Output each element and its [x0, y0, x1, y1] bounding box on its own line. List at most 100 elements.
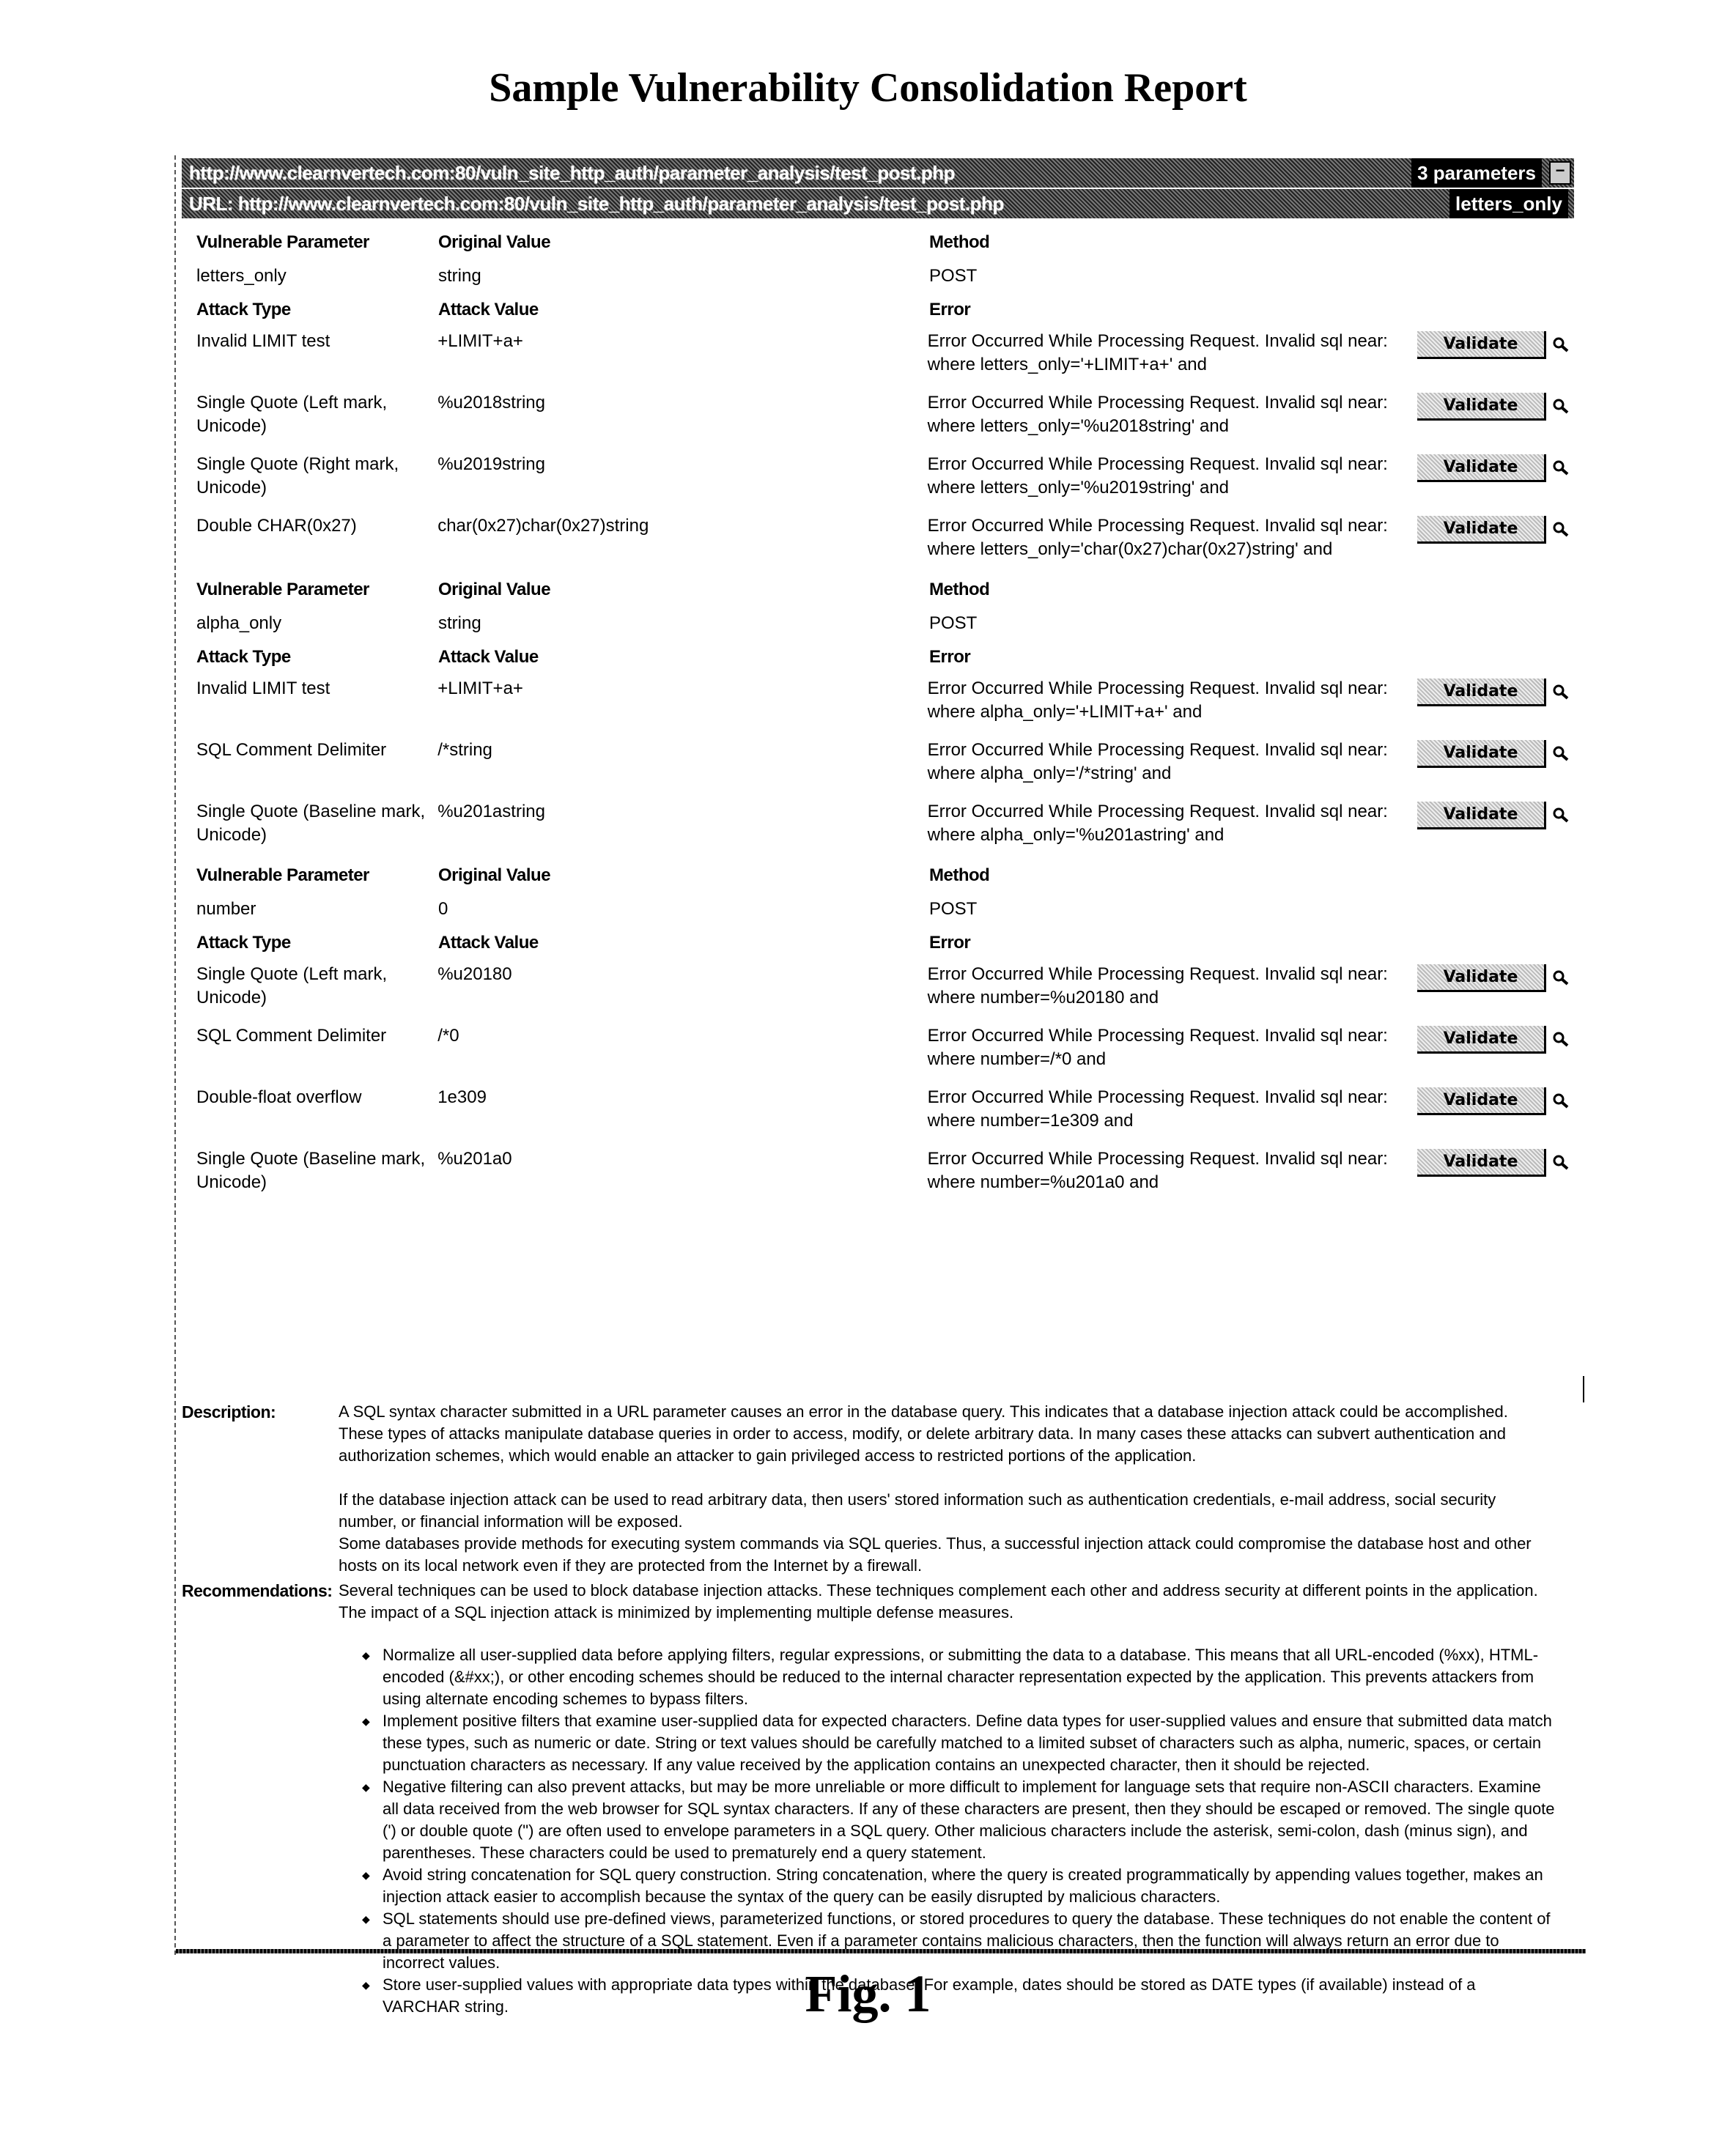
magnifier-icon[interactable]	[1552, 398, 1570, 415]
magnifier-icon[interactable]	[1552, 459, 1570, 477]
original-value-header: Original Value	[438, 865, 551, 885]
validate-button[interactable]: Validate	[1416, 1026, 1546, 1054]
attack-row: Single Quote (Baseline mark, Unicode) %u2…	[192, 1145, 1570, 1206]
vulnerable-parameter-header: Vulnerable Parameter	[196, 232, 369, 252]
page-title: Sample Vulnerability Consolidation Repor…	[489, 65, 1247, 111]
error-message: Error Occurred While Processing Request.…	[927, 1087, 1388, 1131]
parameter-name: number	[196, 899, 256, 919]
original-value: string	[438, 613, 481, 633]
recommendation-item: Negative filtering can also prevent atta…	[362, 1776, 1555, 1864]
attack-type: Single Quote (Right mark, Unicode)	[196, 454, 399, 498]
attack-row: SQL Comment Delimiter /*0 Error Occurred W…	[192, 1021, 1570, 1083]
attack-type: Invalid LIMIT test	[196, 678, 330, 698]
attack-value-header: Attack Value	[438, 647, 539, 667]
magnifier-icon[interactable]	[1552, 807, 1570, 824]
validate-controls: Validate	[1416, 1149, 1570, 1177]
error-message: Error Occurred While Processing Request.…	[927, 393, 1388, 436]
original-value-header: Original Value	[438, 232, 551, 252]
validate-button[interactable]: Validate	[1416, 740, 1546, 768]
description-text: A SQL syntax character submitted in a UR…	[339, 1401, 1555, 1577]
validate-button[interactable]: Validate	[1416, 1149, 1546, 1177]
parameter-header-row: Vulnerable Parameter Original Value Method	[192, 859, 1570, 892]
collapse-icon[interactable]: −	[1549, 161, 1571, 185]
method-value: POST	[929, 613, 978, 633]
error-message: Error Occurred While Processing Request.…	[927, 331, 1388, 374]
validate-controls: Validate	[1416, 454, 1570, 482]
method-value: POST	[929, 899, 978, 919]
validate-button[interactable]: Validate	[1416, 678, 1546, 706]
parameter-header-row: Vulnerable Parameter Original Value Method	[192, 573, 1570, 607]
original-value-header: Original Value	[438, 580, 551, 599]
magnifier-icon[interactable]	[1552, 336, 1570, 354]
method-value: POST	[929, 266, 978, 286]
attack-row: Single Quote (Right mark, Unicode) %u2019…	[192, 450, 1570, 511]
path-header-bar[interactable]: http://www.clearnvertech.com:80/vuln_sit…	[182, 158, 1574, 188]
attack-value-header: Attack Value	[438, 933, 539, 953]
validate-button[interactable]: Validate	[1416, 964, 1546, 992]
validate-controls: Validate	[1416, 331, 1570, 359]
attack-row: Invalid LIMIT test +LIMIT+a+ Error Occurre…	[192, 327, 1570, 388]
validate-button[interactable]: Validate	[1416, 454, 1546, 482]
parameter-row: letters_only string POST	[192, 259, 1570, 293]
attack-type: Single Quote (Left mark, Unicode)	[196, 964, 388, 1007]
validate-button[interactable]: Validate	[1416, 1087, 1546, 1115]
magnifier-icon[interactable]	[1552, 745, 1570, 763]
magnifier-icon[interactable]	[1552, 1154, 1570, 1172]
attack-value-header: Attack Value	[438, 300, 539, 319]
original-value: 0	[438, 899, 448, 919]
url-header-bar[interactable]: URL: http://www.clearnvertech.com:80/vul…	[182, 189, 1574, 218]
magnifier-icon[interactable]	[1552, 1031, 1570, 1049]
parameter-row: alpha_only string POST	[192, 607, 1570, 640]
method-header: Method	[929, 865, 990, 885]
validate-controls: Validate	[1416, 740, 1570, 768]
method-header: Method	[929, 232, 990, 252]
validate-controls: Validate	[1416, 802, 1570, 829]
attack-row: Double-float overflow 1e309 Error Occurred…	[192, 1083, 1570, 1145]
original-value: string	[438, 266, 481, 286]
error-message: Error Occurred While Processing Request.…	[927, 964, 1388, 1007]
validate-controls: Validate	[1416, 1087, 1570, 1115]
recommendation-item: Normalize all user-supplied data before …	[362, 1644, 1555, 1710]
magnifier-icon[interactable]	[1552, 684, 1570, 701]
validate-button[interactable]: Validate	[1416, 802, 1546, 829]
bottom-divider	[176, 1949, 1586, 1953]
attack-value: %u201a0	[437, 1149, 512, 1169]
magnifier-icon[interactable]	[1552, 521, 1570, 539]
vulnerability-report-panel: http://www.clearnvertech.com:80/vuln_sit…	[174, 155, 1586, 2016]
validate-button[interactable]: Validate	[1416, 516, 1546, 544]
attack-type-header: Attack Type	[196, 933, 291, 953]
attack-type: Single Quote (Left mark, Unicode)	[196, 393, 388, 436]
recommendations-intro: Several techniques can be used to block …	[339, 1581, 1538, 1622]
magnifier-icon[interactable]	[1552, 969, 1570, 987]
attack-type-header: Attack Type	[196, 300, 291, 319]
method-header: Method	[929, 580, 990, 599]
vulnerable-parameter-header: Vulnerable Parameter	[196, 580, 369, 599]
validate-button[interactable]: Validate	[1416, 331, 1546, 359]
attack-type: Double CHAR(0x27)	[196, 516, 357, 536]
parameter-count: 3 parameters	[1411, 158, 1542, 188]
attack-type: SQL Comment Delimiter	[196, 1026, 387, 1046]
attack-value: %u20180	[437, 964, 512, 984]
validate-button[interactable]: Validate	[1416, 393, 1546, 421]
url-label[interactable]: URL: http://www.clearnvertech.com:80/vul…	[189, 189, 1004, 218]
attack-type: Double-float overflow	[196, 1087, 362, 1107]
attack-row: Single Quote (Baseline mark, Unicode) %u2…	[192, 797, 1570, 859]
recommendation-item: Implement positive filters that examine …	[362, 1710, 1555, 1776]
attack-type: Single Quote (Baseline mark, Unicode)	[196, 1149, 426, 1192]
error-header: Error	[929, 933, 971, 953]
validate-controls: Validate	[1416, 964, 1570, 992]
attack-row: Single Quote (Left mark, Unicode) %u20180…	[192, 960, 1570, 1021]
validate-controls: Validate	[1416, 678, 1570, 706]
magnifier-icon[interactable]	[1552, 1092, 1570, 1110]
attack-row: Single Quote (Left mark, Unicode) %u2018s…	[192, 388, 1570, 450]
error-message: Error Occurred While Processing Request.…	[927, 802, 1388, 845]
path-url[interactable]: http://www.clearnvertech.com:80/vuln_sit…	[189, 158, 956, 188]
details-section: Description: A SQL syntax character subm…	[182, 1401, 1574, 2018]
validate-controls: Validate	[1416, 1026, 1570, 1054]
description-label: Description:	[182, 1402, 276, 1421]
attack-value: %u2018string	[437, 393, 545, 413]
attack-value: /*string	[437, 740, 492, 760]
description-paragraph: Some databases provide methods for execu…	[339, 1534, 1532, 1575]
attack-value: %u201astring	[437, 802, 545, 821]
attack-value: +LIMIT+a+	[437, 331, 523, 351]
